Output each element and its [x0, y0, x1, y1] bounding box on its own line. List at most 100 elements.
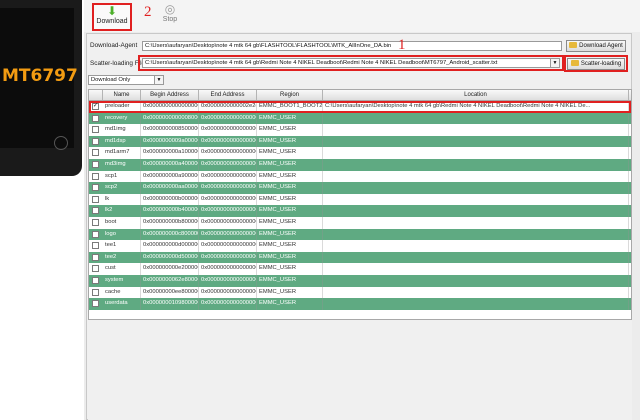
- cell-begin-address: 0x000000000e200000: [141, 263, 199, 275]
- table-row[interactable]: md3img 0x000000000a400000 0x00000000000000…: [89, 159, 631, 171]
- download-button[interactable]: ⬇ Download: [92, 3, 132, 31]
- table-row[interactable]: boot 0x000000000b800000 0x0000000000000000…: [89, 217, 631, 229]
- cell-region: EMMC_USER: [257, 251, 323, 264]
- cell-end-address: 0x0000000000000000: [199, 275, 257, 287]
- annotation-number-1: 1: [398, 37, 406, 53]
- cell-begin-address: 0x000000000c800000: [141, 228, 199, 241]
- cell-region: EMMC_USER: [257, 263, 323, 275]
- stop-label: Stop: [162, 16, 178, 23]
- cell-region: EMMC_USER: [257, 275, 323, 287]
- checkbox-icon[interactable]: [92, 149, 99, 157]
- cell-name: lk2: [103, 205, 141, 217]
- checkbox-icon[interactable]: [92, 242, 99, 250]
- checkbox-icon[interactable]: [92, 137, 99, 145]
- cell-begin-address: 0x000000000d000000: [141, 240, 199, 252]
- checkbox-icon[interactable]: ✓: [92, 103, 99, 110]
- checkbox-icon[interactable]: [92, 265, 99, 273]
- download-agent-button[interactable]: Download Agent: [566, 40, 626, 52]
- scatter-file-value: C:\Users\aufaryan\Desktop\note 4 mtk 64 …: [145, 60, 498, 66]
- table-row[interactable]: tee1 0x000000000d000000 0x0000000000000000…: [89, 240, 631, 252]
- cell-end-address: 0x0000000000000000: [199, 263, 257, 275]
- header-col-region[interactable]: Region: [257, 90, 323, 100]
- cell-begin-address: 0x000000000a100000: [141, 147, 199, 159]
- cell-end-address: 0x0000000000000000: [199, 251, 257, 264]
- checkbox-icon[interactable]: [92, 184, 99, 192]
- cell-name: boot: [103, 217, 141, 229]
- table-row[interactable]: cache 0x00000000ee800000 0x000000000000000…: [89, 286, 631, 299]
- table-row[interactable]: scp2 0x000000000aa00000 0x0000000000000000…: [89, 182, 631, 194]
- table-row[interactable]: cust 0x000000000e200000 0x0000000000000000…: [89, 263, 631, 275]
- table-row[interactable]: lk 0x000000000b000000 0x0000000000000000 EM…: [89, 193, 631, 206]
- cell-name: scp1: [103, 170, 141, 183]
- partition-table: Name Begin Address End Address Region Locati…: [88, 89, 632, 320]
- table-row[interactable]: logo 0x000000000c800000 0x0000000000000000…: [89, 228, 631, 241]
- stop-button[interactable]: ◎ Stop: [150, 3, 190, 31]
- checkbox-icon[interactable]: [92, 230, 99, 238]
- folder-icon: [570, 60, 579, 66]
- cell-location: [323, 298, 629, 310]
- cell-begin-address: 0x000000000b000000: [141, 193, 199, 206]
- cell-begin-address: 0x0000000062e800000: [141, 275, 199, 287]
- cell-name: logo: [103, 228, 141, 241]
- cell-name: scp2: [103, 182, 141, 194]
- table-row[interactable]: tee2 0x000000000d500000 0x0000000000000000…: [89, 251, 631, 264]
- table-row[interactable]: md1arm7 0x000000000a100000 0x0000000000000…: [89, 147, 631, 159]
- scatter-loading-button[interactable]: Scatter-loading: [567, 58, 625, 70]
- cell-name: cache: [103, 286, 141, 299]
- cell-name: recovery: [103, 112, 141, 125]
- cell-name: md3img: [103, 159, 141, 171]
- download-agent-field[interactable]: C:\Users\aufaryan\Desktop\note 4 mtk 64 …: [142, 41, 562, 51]
- cell-region: EMMC_USER: [257, 170, 323, 183]
- cell-begin-address: 0x000000000b400000: [141, 205, 199, 217]
- table-row[interactable]: userdata 0x0000000109800000 0x000000000000…: [89, 298, 631, 310]
- checkbox-icon[interactable]: [92, 172, 99, 180]
- cell-location: [323, 147, 629, 159]
- checkbox-icon[interactable]: [92, 288, 99, 296]
- download-mode-select[interactable]: Download Only ▼: [88, 75, 164, 85]
- header-col-begin-address[interactable]: Begin Address: [141, 90, 199, 100]
- header-col-check[interactable]: [89, 90, 103, 100]
- cell-end-address: 0x0000000000000000: [199, 240, 257, 252]
- table-row[interactable]: system 0x0000000062e800000 0x0000000000000…: [89, 275, 631, 287]
- scatter-file-field[interactable]: C:\Users\aufaryan\Desktop\note 4 mtk 64 …: [142, 58, 560, 68]
- scatter-file-label: Scatter-loading File: [90, 60, 146, 67]
- table-row[interactable]: scp1 0x000000000a900000 0x0000000000000000…: [89, 170, 631, 183]
- cell-end-address: 0x0000000000000000: [199, 147, 257, 159]
- cell-location: [323, 135, 629, 148]
- cell-region: EMMC_USER: [257, 298, 323, 310]
- checkbox-icon[interactable]: [92, 195, 99, 203]
- cell-begin-address: 0x00000000ee800000: [141, 286, 199, 299]
- cell-end-address: 0x0000000000000000: [199, 124, 257, 136]
- cell-name: md1img: [103, 124, 141, 136]
- header-col-location[interactable]: Location: [323, 90, 629, 100]
- table-row[interactable]: md1dsp 0x0000000009a00000 0x00000000000000…: [89, 135, 631, 148]
- cell-name: md1arm7: [103, 147, 141, 159]
- checkbox-icon[interactable]: [92, 207, 99, 215]
- checkbox-icon[interactable]: [92, 277, 99, 284]
- table-row[interactable]: ✓ preloader 0x0000000000000000 0x0000000000…: [89, 101, 631, 113]
- cell-begin-address: 0x000000000d500000: [141, 251, 199, 264]
- table-row[interactable]: md1img 0x0000000008500000 0x00000000000000…: [89, 124, 631, 136]
- cell-location: [323, 275, 629, 287]
- cell-end-address: 0x0000000000002e2cb: [199, 101, 257, 113]
- cell-name: system: [103, 275, 141, 287]
- checkbox-icon[interactable]: [92, 114, 99, 122]
- checkbox-icon[interactable]: [92, 161, 99, 168]
- chip-label: MT6797: [2, 66, 78, 86]
- header-col-end-address[interactable]: End Address: [199, 90, 257, 100]
- download-mode-value: Download Only: [91, 77, 131, 83]
- chevron-down-icon: ▼: [154, 76, 163, 84]
- table-row[interactable]: recovery 0x0000000000008000 0x000000000000…: [89, 112, 631, 125]
- cell-name: userdata: [103, 298, 141, 310]
- cell-region: EMMC_USER: [257, 286, 323, 299]
- checkbox-icon[interactable]: [92, 126, 99, 134]
- checkbox-icon[interactable]: [92, 300, 99, 308]
- cell-name: preloader: [103, 101, 141, 113]
- table-row[interactable]: lk2 0x000000000b400000 0x0000000000000000 E…: [89, 205, 631, 217]
- cell-region: EMMC_USER: [257, 147, 323, 159]
- header-col-name[interactable]: Name: [103, 90, 141, 100]
- download-agent-button-label: Download Agent: [579, 43, 623, 49]
- checkbox-icon[interactable]: [92, 219, 99, 226]
- checkbox-icon[interactable]: [92, 253, 99, 261]
- cell-begin-address: 0x0000000008500000: [141, 124, 199, 136]
